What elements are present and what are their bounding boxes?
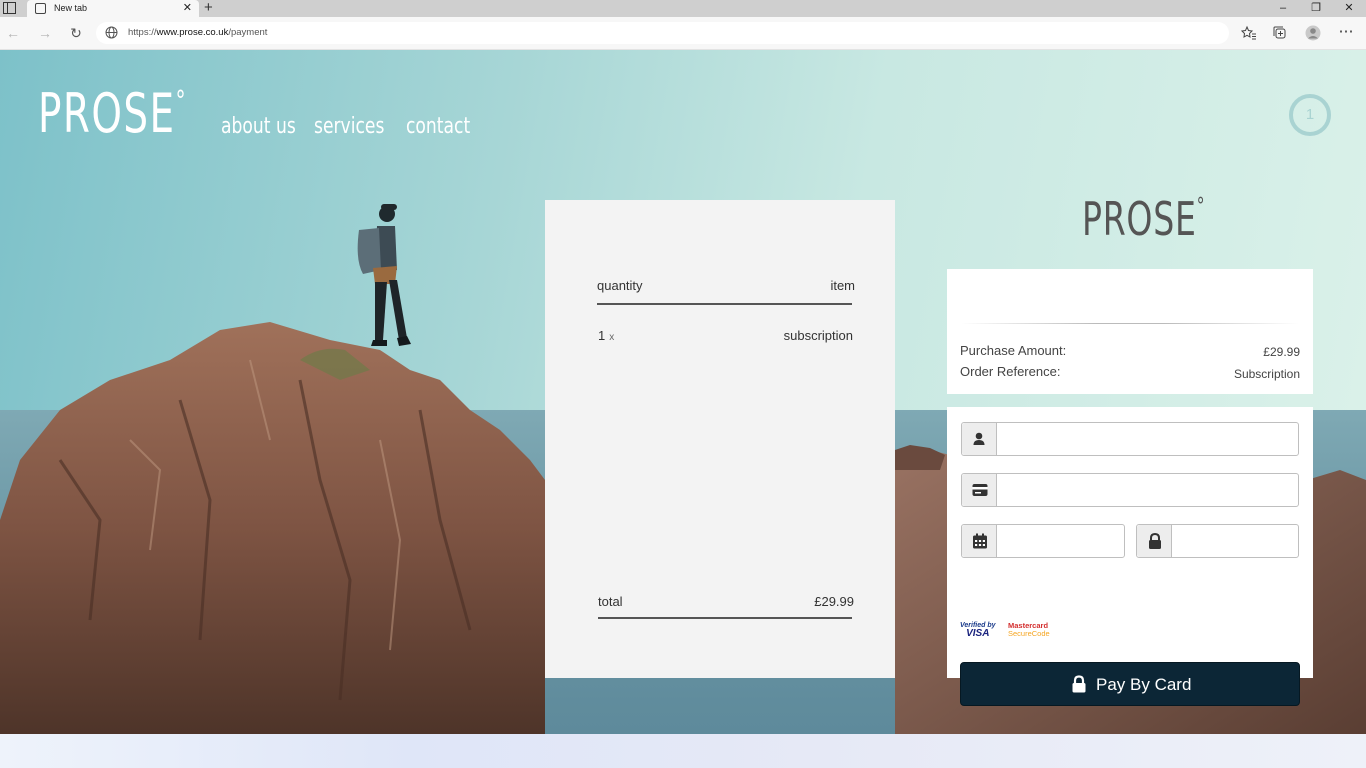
tab-close-icon[interactable]: ✕: [183, 1, 192, 14]
forward-icon[interactable]: →: [37, 25, 53, 41]
header-divider: [597, 303, 852, 305]
collections-icon[interactable]: [1272, 25, 1288, 41]
mastercard-securecode-logo: Mastercard SecureCode: [1008, 621, 1050, 638]
tab-favicon-icon: [35, 3, 46, 14]
order-info-card: Purchase Amount: £29.99 Order Reference:…: [947, 269, 1313, 394]
nav-link-about-us[interactable]: about us: [221, 114, 296, 139]
restore-icon[interactable]: ❐: [1301, 0, 1331, 17]
new-tab-icon[interactable]: +: [204, 0, 213, 16]
favorites-icon[interactable]: [1241, 25, 1257, 41]
row-item: subscription: [783, 328, 853, 343]
item-column-header: item: [830, 278, 855, 293]
minimize-icon[interactable]: –: [1268, 0, 1298, 17]
nav-link-services[interactable]: services: [314, 114, 384, 139]
pay-by-card-button[interactable]: Pay By Card: [960, 662, 1300, 706]
lock-icon: [1137, 525, 1172, 557]
nav-link-contact[interactable]: contact: [406, 114, 470, 139]
cardholder-name-input[interactable]: [998, 423, 1298, 455]
reload-icon[interactable]: ↻: [68, 25, 84, 42]
credit-card-icon: [962, 474, 997, 506]
card-number-field[interactable]: [961, 473, 1299, 507]
expiry-date-input[interactable]: [998, 525, 1124, 557]
back-icon[interactable]: ←: [5, 25, 21, 41]
row-quantity: 1x: [598, 328, 615, 343]
security-code-input[interactable]: [1173, 525, 1298, 557]
order-reference-value: Subscription: [1233, 367, 1300, 381]
order-summary-panel: quantity item 1x subscription total £29.…: [545, 200, 895, 678]
security-code-field[interactable]: [1136, 524, 1299, 558]
browser-toolbar: ← → ↻ https://www.prose.co.uk/payment ⋯: [0, 17, 1366, 50]
globe-icon: [105, 26, 118, 39]
quantity-column-header: quantity: [597, 278, 643, 293]
site-logo[interactable]: PROSE°: [38, 82, 187, 145]
verified-by-visa-logo: Verified by VISA: [960, 622, 996, 639]
card-payment-form: Verified by VISA Mastercard SecureCode P…: [947, 407, 1313, 706]
browser-tab-strip: New tab ✕ + – ❐ ✕: [0, 0, 1366, 17]
sidebar-toggle-icon[interactable]: [3, 2, 16, 14]
cardholder-name-field[interactable]: [961, 422, 1299, 456]
expiry-date-field[interactable]: [961, 524, 1125, 558]
url-text: https://www.prose.co.uk/payment: [128, 27, 268, 38]
profile-avatar-icon[interactable]: [1305, 25, 1321, 41]
pay-button-label: Pay By Card: [1096, 675, 1192, 694]
page-footer-strip: [0, 734, 1366, 768]
order-reference-label: Order Reference:: [960, 364, 1061, 379]
info-divider: [961, 323, 1299, 324]
browser-tab[interactable]: New tab ✕: [27, 0, 199, 17]
calendar-icon: [962, 525, 997, 557]
person-icon: [962, 423, 997, 455]
hiker-figure-image: [357, 204, 411, 346]
total-value: £29.99: [814, 594, 854, 609]
payment-logo: PROSE°: [1082, 192, 1206, 246]
page-background: PROSE° about us services contact 1 quant…: [0, 50, 1366, 734]
window-close-icon[interactable]: ✕: [1334, 0, 1364, 17]
address-bar[interactable]: https://www.prose.co.uk/payment: [96, 22, 1229, 44]
card-number-input[interactable]: [998, 474, 1298, 506]
tab-title: New tab: [54, 3, 88, 13]
purchase-amount-value: £29.99: [1263, 345, 1300, 359]
more-menu-icon[interactable]: ⋯: [1338, 22, 1354, 40]
total-label: total: [598, 594, 623, 609]
purchase-amount-label: Purchase Amount:: [960, 343, 1067, 358]
cart-count-badge[interactable]: 1: [1289, 94, 1331, 136]
lock-icon: [1072, 675, 1086, 693]
total-divider: [598, 617, 852, 619]
